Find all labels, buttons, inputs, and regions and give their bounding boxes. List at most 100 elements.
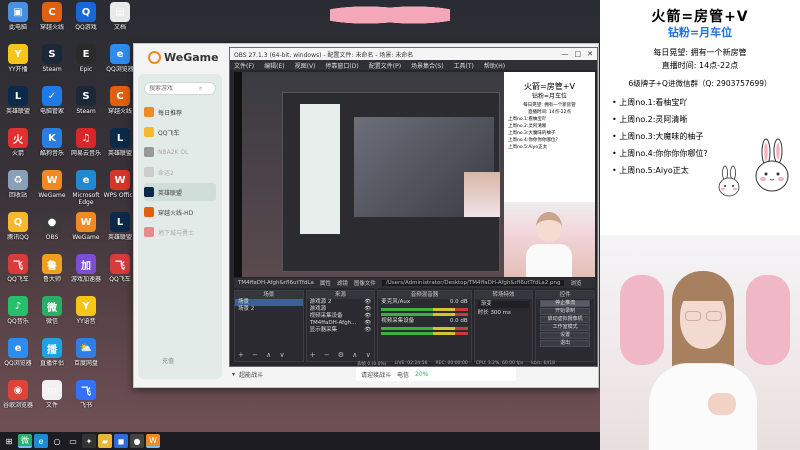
obs-menu-item[interactable]: 配置文件(P)	[369, 61, 401, 70]
minimize-icon[interactable]: —	[562, 50, 569, 58]
desktop-icon[interactable]: 飞 QQ飞车	[0, 254, 36, 298]
desktop-icon[interactable]: Y YY开播	[0, 44, 36, 88]
eye-icon[interactable]: 👁	[364, 299, 371, 306]
filters-button[interactable]: 滤镜	[337, 279, 348, 287]
obs-menu-item[interactable]: 视图(V)	[295, 61, 316, 70]
wegame-nav-item[interactable]: NBA2K OL	[144, 143, 216, 161]
desktop-icon[interactable]: C 穿越火线	[34, 2, 70, 46]
desktop-icon[interactable]: W WeGame	[34, 170, 70, 214]
source-item[interactable]: 视频采集设备 👁	[307, 313, 375, 320]
wegame-recharge-link[interactable]: 充值	[162, 356, 174, 365]
bunny-big-icon	[755, 138, 789, 192]
desktop-icon[interactable]: Q 腾讯QQ	[0, 212, 36, 256]
maximize-icon[interactable]: □	[575, 50, 582, 58]
wegame-search[interactable]: ⌕	[144, 82, 216, 95]
source-item[interactable]: 显示器采集 👁	[307, 327, 375, 334]
control-button[interactable]: 开始录制	[540, 308, 590, 315]
desktop-icon[interactable]: 飞飞书	[68, 380, 104, 424]
edge-icon[interactable]: e	[34, 434, 48, 448]
transition-mode-select[interactable]: 渐变	[477, 301, 530, 308]
wegame-search-input[interactable]	[149, 85, 199, 92]
wegame-nav-item[interactable]: QQ飞车	[144, 123, 216, 141]
obs-menu-item[interactable]: 帮助(H)	[484, 61, 505, 70]
wegame-nav-item[interactable]: 穿越火线-HD	[144, 203, 216, 221]
desktop-icon[interactable]: ♫ 网易云音乐	[68, 128, 104, 172]
transition-duration[interactable]: 时长 300 ms	[475, 310, 533, 317]
wegame-nav-item[interactable]: 地下城与勇士	[144, 223, 216, 241]
source-item[interactable]: 游戏源 👁	[307, 306, 375, 313]
volume-slider[interactable]	[381, 313, 468, 316]
folder-icon[interactable]: ▰	[98, 434, 112, 448]
sources-tools[interactable]: + − ⚙ ∧ ∨	[310, 351, 374, 359]
desktop-icon[interactable]: e QQ浏览器	[0, 338, 36, 382]
desktop-icon[interactable]: ✓ 电脑管家	[34, 86, 70, 130]
control-button[interactable]: 设置	[540, 332, 590, 339]
desktop-icon[interactable]: S Steam	[68, 86, 104, 130]
image-path-field[interactable]: /Users/Administrator/Desktop/TM4ffaDH-Af…	[381, 280, 565, 286]
scene-item[interactable]: 场景 2	[235, 306, 303, 313]
wechat-icon[interactable]: 微	[18, 434, 32, 448]
wegame-nav-item[interactable]: 每日推荐	[144, 103, 216, 121]
desktop-icon[interactable]: ♻ 回收站	[0, 170, 36, 214]
eye-icon[interactable]: 👁	[364, 320, 371, 327]
desktop-icon[interactable]: 鲁鲁大师	[34, 254, 70, 298]
desktop-icon[interactable]: ♪ QQ音乐	[0, 296, 36, 340]
desktop-icon[interactable]: ▤ 文档	[102, 2, 138, 46]
desktop-icon[interactable]: 加游戏加速器	[68, 254, 104, 298]
obs-menu-item[interactable]: 编辑(E)	[264, 61, 284, 70]
app-icon[interactable]: ◼	[114, 434, 128, 448]
streamer-bangs	[676, 279, 730, 301]
wegame-nav-label: 命运2	[158, 169, 174, 177]
taskview-icon[interactable]: ▭	[66, 434, 80, 448]
scenes-header: 场景	[235, 291, 303, 299]
control-button[interactable]: 启动虚拟摄像机	[540, 316, 590, 323]
obs-icon[interactable]: ●	[130, 434, 144, 448]
desktop-icon[interactable]: Q QQ游戏	[68, 2, 104, 46]
desktop-icon[interactable]: 播直播伴侣	[34, 338, 70, 382]
game-icon	[144, 227, 154, 237]
volume-slider[interactable]	[381, 332, 468, 335]
wegame-region[interactable]: 超能战斗	[239, 370, 263, 379]
control-button[interactable]: 退出	[540, 340, 590, 347]
desktop-icon[interactable]: K 酷狗音乐	[34, 128, 70, 172]
scene-item[interactable]: 场景	[235, 299, 303, 306]
wegame-nav-item[interactable]: 命运2	[144, 163, 216, 181]
props-button[interactable]: 属性	[320, 279, 331, 287]
taskbar: ⊞ 微 e ○ ▭ ✦ ▰ ◼ ● W	[0, 432, 600, 450]
eye-icon[interactable]: 👁	[364, 327, 371, 334]
desktop-icon[interactable]: S Steam	[34, 44, 70, 88]
desktop-icon[interactable]: 火火箭	[0, 128, 36, 172]
source-item[interactable]: 游戏源 2 👁	[307, 299, 375, 306]
close-icon[interactable]: ✕	[587, 50, 593, 58]
obs-menu-item[interactable]: 停靠窗口(D)	[325, 61, 358, 70]
desktop-icon[interactable]: W WeGame	[68, 212, 104, 256]
wegame-icon[interactable]: W	[146, 434, 160, 448]
source-item[interactable]: TM4ffaDH-Afgh... 👁	[307, 320, 375, 327]
browse-button[interactable]: 浏览	[570, 279, 581, 287]
eye-icon[interactable]: 👁	[364, 306, 371, 313]
control-button[interactable]: 停止推流	[540, 300, 590, 307]
desktop-icon[interactable]: ◉ 谷歌浏览器	[0, 380, 36, 424]
obs-menu-item[interactable]: 文件(F)	[234, 61, 254, 70]
wegame-continue-bar[interactable]: 请迎接战斗 电信 20%	[356, 367, 516, 381]
desktop-icon[interactable]: ▭ 文件	[34, 380, 70, 424]
obs-preview[interactable]: 火箭=房管+V 钻粉=月车位 每日晃望: 拥有一个新房管 直播时间: 14点-2…	[234, 72, 595, 277]
desktop-icon[interactable]: ● OBS	[34, 212, 70, 256]
desktop-icon[interactable]: e Microsoft Edge	[68, 170, 104, 214]
scenes-tools[interactable]: + − ∧ ∨	[238, 351, 288, 359]
eye-icon[interactable]: 👁	[364, 313, 371, 320]
desktop-icon[interactable]: E Epic	[68, 44, 104, 88]
control-button[interactable]: 工作室模式	[540, 324, 590, 331]
desktop-icon[interactable]: Y YY语音	[68, 296, 104, 340]
desktop-icon[interactable]: ⛅ 百度网盘	[68, 338, 104, 382]
desktop-icon[interactable]: 微微信	[34, 296, 70, 340]
obs-menu-item[interactable]: 工具(T)	[454, 61, 474, 70]
obs-menu-item[interactable]: 场景集合(S)	[411, 61, 444, 70]
desktop-icon[interactable]: ▣ 此电脑	[0, 2, 36, 46]
desktop-icon[interactable]: L 英雄联盟	[0, 86, 36, 130]
wegame-nav-item[interactable]: 英雄联盟	[144, 183, 216, 201]
start-icon[interactable]: ⊞	[2, 434, 16, 448]
glasses-right	[706, 311, 722, 321]
game-icon[interactable]: ✦	[82, 434, 96, 448]
search-icon[interactable]: ○	[50, 434, 64, 448]
